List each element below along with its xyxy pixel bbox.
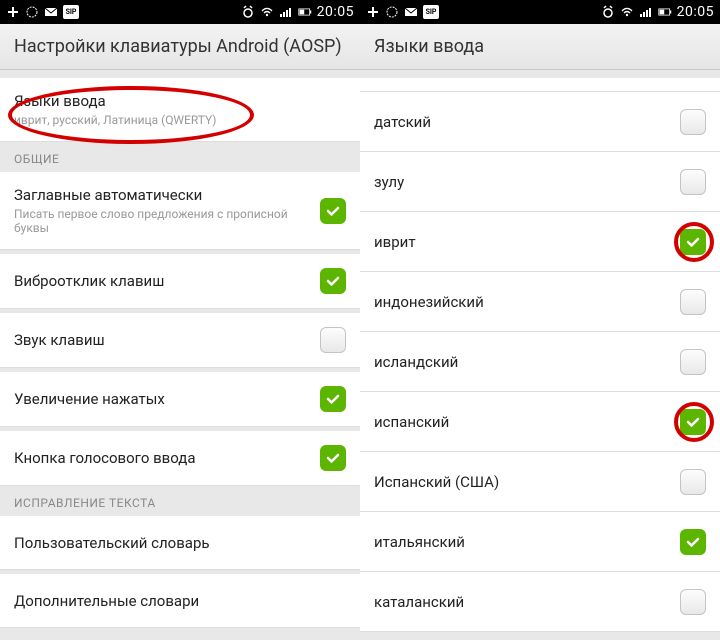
language-row[interactable]: каталанский [360, 572, 720, 632]
language-name: исландский [374, 353, 680, 371]
row-subtitle: Писать первое слово предложения с пропис… [14, 207, 320, 235]
status-clock: 20:05 [317, 4, 354, 20]
row-title: Заглавные автоматически [14, 186, 320, 204]
language-row[interactable]: исландский [360, 332, 720, 392]
language-row[interactable]: Испанский (США) [360, 452, 720, 512]
toggle-off-icon[interactable] [680, 349, 706, 375]
language-row[interactable]: итальянский [360, 512, 720, 572]
setting-row[interactable]: Кнопка голосового ввода [0, 431, 360, 486]
toggle-off-icon[interactable] [680, 589, 706, 615]
toggle-on-icon[interactable] [680, 529, 706, 555]
sip-icon: SIP [423, 5, 439, 19]
toggle-on-icon[interactable] [320, 386, 346, 412]
toggle-off-icon[interactable] [320, 327, 346, 353]
mail-icon [404, 5, 418, 19]
toggle-on-icon[interactable] [320, 268, 346, 294]
setting-row[interactable]: Увеличение нажатых [0, 372, 360, 427]
language-name: каталанский [374, 593, 680, 611]
language-row[interactable]: зулу [360, 152, 720, 212]
battery-icon [298, 5, 312, 19]
page-title-right: Языки ввода [360, 24, 720, 70]
toggle-on-icon[interactable] [680, 409, 706, 435]
language-name: испанский [374, 413, 680, 431]
row-title: Увеличение нажатых [14, 390, 320, 408]
dictionary-row[interactable]: Дополнительные словари [0, 574, 360, 628]
language-name: иврит [374, 233, 680, 251]
battery-icon [658, 5, 672, 19]
spinner-icon [25, 5, 39, 19]
wifi-icon [260, 5, 274, 19]
status-clock: 20:05 [677, 4, 714, 20]
phone-left: SIP 20:05 Настройки клавиатуры Android (… [0, 0, 360, 640]
mail-icon [44, 5, 58, 19]
section-correction: ИСПРАВЛЕНИЕ ТЕКСТА [0, 486, 360, 516]
language-name: индонезийский [374, 293, 680, 311]
language-list: датский зулу иврит индонезийский исландский и… [360, 78, 720, 632]
status-bar: SIP 20:05 [0, 0, 360, 24]
plus-icon [366, 5, 380, 19]
row-title: Пользовательский словарь [14, 534, 346, 552]
language-row[interactable]: индонезийский [360, 272, 720, 332]
toggle-on-icon[interactable] [680, 229, 706, 255]
signal-icon [639, 5, 653, 19]
toggle-off-icon[interactable] [680, 289, 706, 315]
toggle-on-icon[interactable] [320, 198, 346, 224]
language-name: зулу [374, 173, 680, 191]
settings-list: Языки ввода иврит, русский, Латиница (QW… [0, 70, 360, 628]
status-bar: SIP 20:05 [360, 0, 720, 24]
row-title: Языки ввода [14, 92, 346, 110]
language-row[interactable]: испанский [360, 392, 720, 452]
language-name: итальянский [374, 533, 680, 551]
partial-row-top [360, 78, 720, 92]
toggle-on-icon[interactable] [320, 445, 346, 471]
toggle-off-icon[interactable] [680, 109, 706, 135]
language-name: Испанский (США) [374, 473, 680, 491]
language-row[interactable]: иврит [360, 212, 720, 272]
language-row[interactable]: датский [360, 92, 720, 152]
setting-row[interactable]: Заглавные автоматически Писать первое сл… [0, 172, 360, 250]
sip-icon: SIP [63, 5, 79, 19]
dictionary-row[interactable]: Пользовательский словарь [0, 516, 360, 570]
setting-row[interactable]: Виброотклик клавиш [0, 254, 360, 309]
row-subtitle: иврит, русский, Латиница (QWERTY) [14, 113, 346, 127]
row-title: Кнопка голосового ввода [14, 449, 320, 467]
row-title: Виброотклик клавиш [14, 272, 320, 290]
section-general: ОБЩИЕ [0, 142, 360, 172]
row-title: Звук клавиш [14, 331, 320, 349]
toggle-off-icon[interactable] [680, 169, 706, 195]
signal-icon [279, 5, 293, 19]
plus-icon [6, 5, 20, 19]
alarm-icon [601, 5, 615, 19]
setting-row[interactable]: Звук клавиш [0, 313, 360, 368]
language-name: датский [374, 113, 680, 131]
spinner-icon [385, 5, 399, 19]
page-title-left: Настройки клавиатуры Android (AOSP) [0, 24, 360, 70]
phone-right: SIP 20:05 Языки ввода датский зулу иврит ин… [360, 0, 720, 640]
wifi-icon [620, 5, 634, 19]
toggle-off-icon[interactable] [680, 469, 706, 495]
row-title: Дополнительные словари [14, 592, 346, 610]
alarm-icon [241, 5, 255, 19]
row-input-languages[interactable]: Языки ввода иврит, русский, Латиница (QW… [0, 78, 360, 142]
